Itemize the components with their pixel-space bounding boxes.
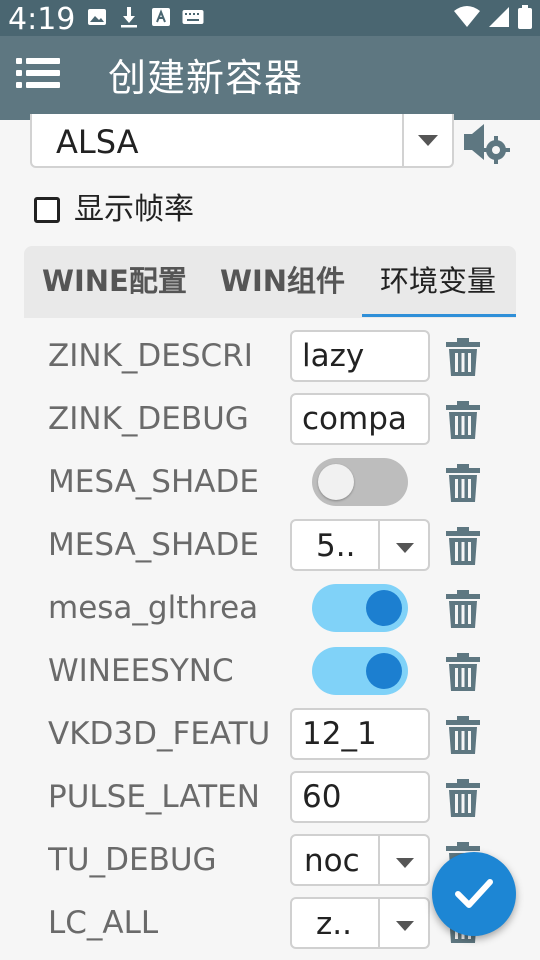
env-var-row: mesa_glthrea [0, 576, 540, 639]
show-fps-row[interactable]: 显示帧率 [34, 190, 194, 230]
trash-icon[interactable] [446, 338, 480, 376]
env-var-value-input[interactable]: lazy [290, 330, 430, 382]
tab-environment-variables[interactable]: 环境变量 [380, 260, 496, 302]
trash-icon[interactable] [446, 716, 480, 754]
env-var-select-value: 5.. [316, 528, 356, 564]
toggle-knob [366, 653, 402, 689]
trash-icon[interactable] [446, 464, 480, 502]
select-divider [378, 521, 380, 569]
select-divider [378, 836, 380, 884]
env-var-name: TU_DEBUG [48, 842, 217, 878]
trash-icon[interactable] [446, 590, 480, 628]
env-var-toggle[interactable] [312, 584, 408, 632]
env-var-select[interactable]: 5.. [290, 519, 430, 571]
signal-icon [488, 6, 510, 32]
tab-wine-config[interactable]: WINE配置 [42, 260, 187, 302]
env-var-value-input[interactable]: 60 [290, 771, 430, 823]
env-var-name: MESA_SHADE [48, 464, 259, 500]
trash-icon[interactable] [446, 527, 480, 565]
env-var-row: WINEESYNC [0, 639, 540, 702]
status-time: 4:19 [8, 2, 76, 37]
env-var-name: MESA_SHADE [48, 527, 259, 563]
select-divider [378, 899, 380, 947]
env-var-name: WINEESYNC [48, 653, 234, 689]
env-var-name: ZINK_DEBUG [48, 401, 249, 437]
env-var-toggle[interactable] [312, 458, 408, 506]
keyboard-icon [182, 6, 204, 28]
page-title: 创建新容器 [108, 56, 304, 100]
env-var-name: mesa_glthrea [48, 590, 259, 626]
env-var-row: MESA_SHADE [0, 450, 540, 513]
chevron-down-icon [416, 132, 446, 148]
env-var-row: PULSE_LATEN 60 [0, 765, 540, 828]
trash-icon[interactable] [446, 779, 480, 817]
chevron-down-icon [394, 917, 416, 931]
env-var-row: VKD3D_FEATU 12_1 [0, 702, 540, 765]
env-var-select-value: noc [304, 843, 360, 879]
image-icon [86, 6, 108, 28]
env-var-name: VKD3D_FEATU [48, 716, 271, 752]
wifi-icon [454, 6, 480, 32]
battery-icon [518, 5, 532, 33]
env-var-select-value: z.. [316, 906, 352, 942]
env-var-select[interactable]: noc [290, 834, 430, 886]
show-fps-checkbox[interactable] [34, 197, 60, 223]
audio-driver-value: ALSA [56, 123, 139, 161]
env-var-value-input[interactable]: compa [290, 393, 430, 445]
show-fps-label: 显示帧率 [74, 192, 194, 227]
toggle-knob [366, 590, 402, 626]
env-var-select[interactable]: z.. [290, 897, 430, 949]
status-bar: 4:19 [0, 0, 540, 37]
chevron-down-icon [394, 854, 416, 868]
confirm-fab-button[interactable] [432, 852, 516, 936]
env-var-name: PULSE_LATEN [48, 779, 260, 815]
env-var-value-input[interactable]: 12_1 [290, 708, 430, 760]
trash-icon[interactable] [446, 653, 480, 691]
tab-bar: WINE配置 WIN组件 环境变量 [24, 246, 516, 318]
download-icon [118, 6, 140, 28]
checkmark-icon [455, 879, 493, 908]
active-tab-indicator [362, 314, 516, 317]
chevron-down-icon [394, 539, 416, 553]
env-var-name: LC_ALL [48, 905, 159, 941]
env-var-row: ZINK_DEBUG compa [0, 387, 540, 450]
env-var-row: ZINK_DESCRI lazy [0, 324, 540, 387]
hamburger-menu-icon[interactable] [16, 56, 68, 102]
app-bar: 创建新容器 [0, 36, 540, 120]
a-icon [150, 6, 172, 28]
audio-settings-icon[interactable] [462, 120, 512, 164]
env-var-row: MESA_SHADE 5.. [0, 513, 540, 576]
env-var-name: ZINK_DESCRI [48, 338, 253, 374]
env-var-toggle[interactable] [312, 647, 408, 695]
audio-driver-select[interactable]: ALSA [30, 114, 454, 168]
trash-icon[interactable] [446, 401, 480, 439]
select-divider [402, 114, 404, 166]
tab-win-components[interactable]: WIN组件 [220, 260, 345, 302]
toggle-knob [318, 464, 354, 500]
